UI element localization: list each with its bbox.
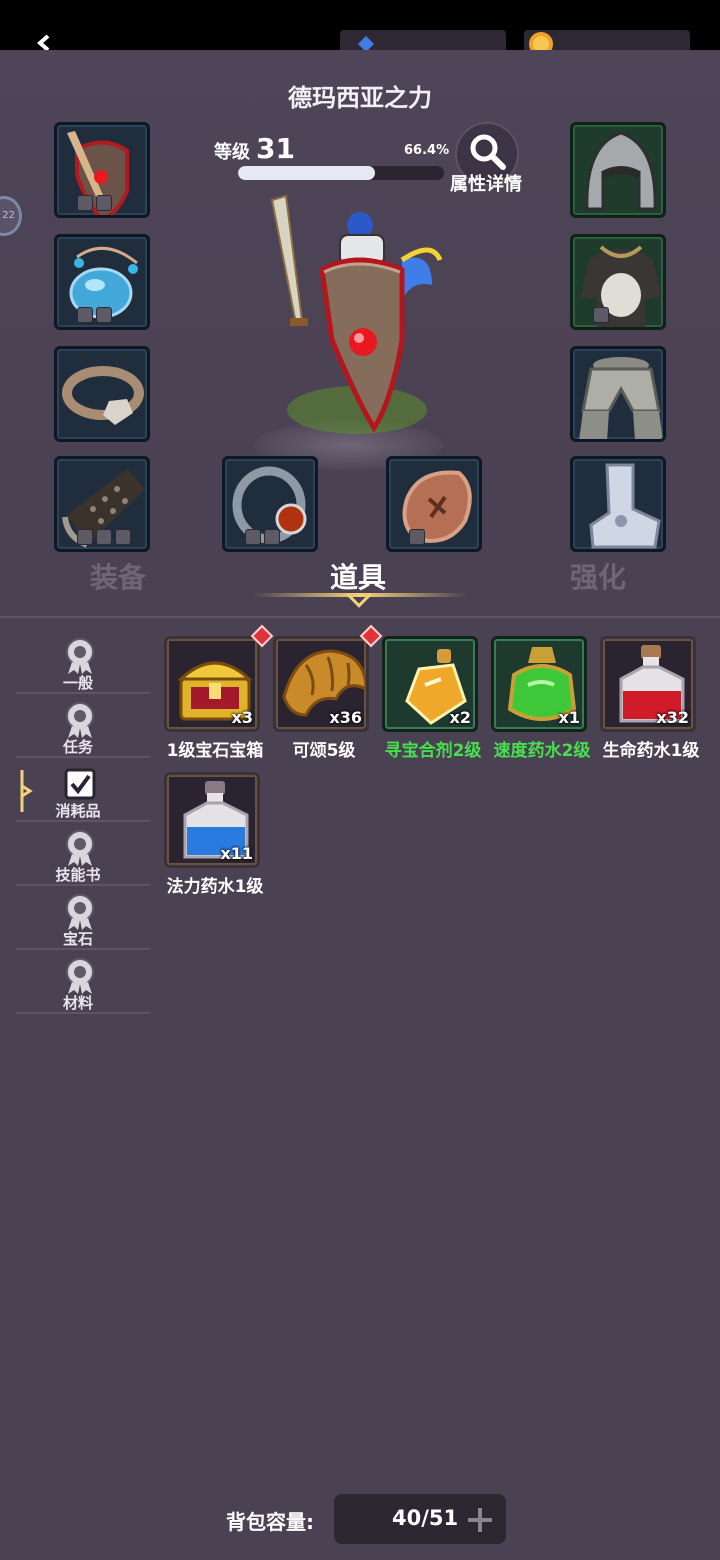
level-label: 等级 xyxy=(214,142,250,163)
item-gem-chest[interactable]: x3 1级宝石宝箱 xyxy=(164,624,274,761)
item-name: 法力药水1级 xyxy=(166,877,264,897)
checkbox-icon xyxy=(64,768,96,800)
attribute-detail-label[interactable]: 属性详情 xyxy=(450,170,522,196)
category-quest[interactable]: 任务 xyxy=(16,694,150,758)
equip-slot-ring-2[interactable] xyxy=(222,456,318,552)
category-label: 宝石 xyxy=(62,930,93,948)
badge-icon xyxy=(66,894,94,930)
badge-icon xyxy=(66,830,94,866)
leggings-icon xyxy=(579,357,663,439)
selected-category-marker xyxy=(20,770,33,812)
item-frame: x3 xyxy=(164,636,260,732)
equip-slot-boots[interactable] xyxy=(570,456,666,552)
item-frame: x36 xyxy=(273,636,369,732)
top-bar xyxy=(0,0,720,58)
chest-armor-icon xyxy=(581,245,661,327)
category-label: 一般 xyxy=(62,674,93,692)
item-speed-potion[interactable]: x1 速度药水2级 xyxy=(491,636,590,761)
equip-slot-helmet[interactable] xyxy=(570,122,666,218)
socket-row xyxy=(593,307,609,323)
level-progress-fill xyxy=(238,166,375,180)
hero-level: 等级 31 xyxy=(214,132,295,165)
section-divider xyxy=(0,616,720,618)
category-label: 任务 xyxy=(62,738,93,756)
item-quantity: x2 xyxy=(449,708,471,727)
level-progress-text: 66.4% xyxy=(404,143,450,158)
equip-slot-ring[interactable] xyxy=(54,346,150,442)
knight-hero-figure[interactable] xyxy=(262,190,452,440)
item-treasure-elixir[interactable]: x2 寻宝合剂2级 xyxy=(382,636,481,761)
bag-capacity-value: 40/51 xyxy=(392,1506,459,1530)
socket-row xyxy=(77,529,131,545)
category-general[interactable]: 一般 xyxy=(16,630,150,694)
category-label: 材料 xyxy=(62,994,93,1012)
boots-icon xyxy=(589,463,661,549)
item-health-potion[interactable]: x32 生命药水1级 xyxy=(600,636,699,761)
equip-slot-amulet[interactable] xyxy=(54,234,150,330)
item-quantity: x1 xyxy=(558,708,580,727)
socket-row xyxy=(409,529,425,545)
category-materials[interactable]: 材料 xyxy=(16,950,150,1014)
category-label: 技能书 xyxy=(55,866,101,884)
item-quantity: x36 xyxy=(329,708,362,727)
item-frame: x32 xyxy=(600,636,696,732)
tab-enhance[interactable]: 强化 xyxy=(570,556,626,596)
item-name: 速度药水2级 xyxy=(493,741,591,761)
item-quantity: x32 xyxy=(656,708,689,727)
equip-slot-rune[interactable] xyxy=(386,456,482,552)
item-mana-potion[interactable]: x11 法力药水1级 xyxy=(164,772,263,897)
equip-slot-leggings[interactable] xyxy=(570,346,666,442)
item-frame: x2 xyxy=(382,636,478,732)
ring-icon xyxy=(62,366,144,425)
badge-icon xyxy=(66,958,94,994)
socket-row xyxy=(77,307,112,323)
item-name: 1级宝石宝箱 xyxy=(166,741,264,761)
helmet-icon xyxy=(585,131,657,211)
rune-stone-icon xyxy=(402,470,472,543)
bag-capacity-label: 背包容量: xyxy=(226,1510,314,1534)
item-name: 寻宝合剂2级 xyxy=(384,741,482,761)
category-gems[interactable]: 宝石 xyxy=(16,886,150,950)
equip-slot-armor[interactable] xyxy=(570,234,666,330)
item-frame: x11 xyxy=(164,772,260,868)
socket-row xyxy=(77,195,112,211)
socket-row xyxy=(245,529,280,545)
tab-equipment[interactable]: 装备 xyxy=(90,556,146,596)
level-progress-bar xyxy=(238,166,444,180)
equip-slot-weapon[interactable] xyxy=(54,122,150,218)
item-frame: x1 xyxy=(491,636,587,732)
item-name: 可颂5级 xyxy=(292,741,356,761)
category-consumables[interactable]: 消耗品 xyxy=(16,758,150,822)
plus-icon[interactable] xyxy=(466,1506,494,1534)
item-name: 生命药水1级 xyxy=(602,741,700,761)
category-skill-books[interactable]: 技能书 xyxy=(16,822,150,886)
item-quantity: x11 xyxy=(220,844,253,863)
equip-slot-bracer[interactable] xyxy=(54,456,150,552)
badge-icon xyxy=(66,702,94,738)
badge-icon xyxy=(66,638,94,674)
level-value: 31 xyxy=(256,132,295,165)
item-quantity: x3 xyxy=(231,708,253,727)
item-croissant[interactable]: x36 可颂5级 xyxy=(273,624,383,761)
category-label: 消耗品 xyxy=(55,802,101,820)
hero-name: 德玛西亚之力 xyxy=(288,84,432,112)
